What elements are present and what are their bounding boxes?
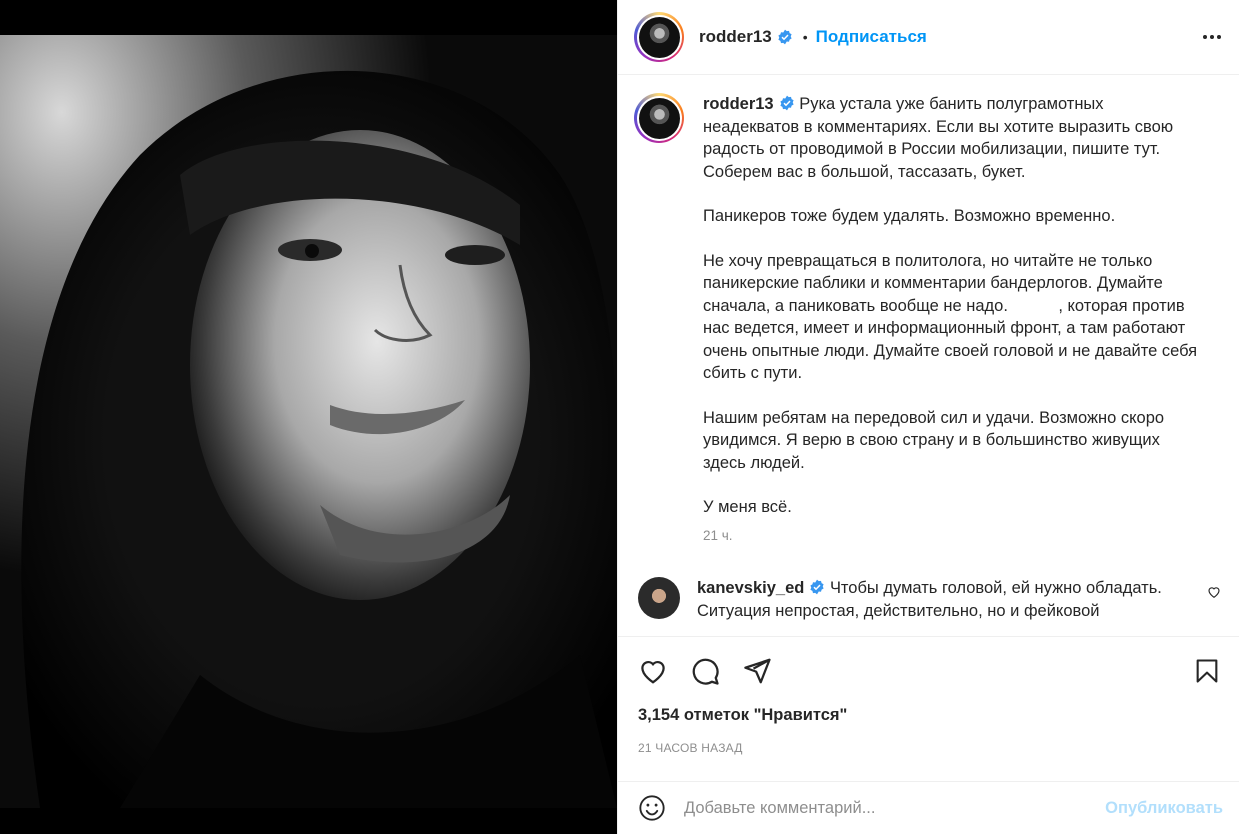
- comment-icon[interactable]: [690, 656, 720, 686]
- send-icon[interactable]: [742, 656, 772, 686]
- post-time-ago[interactable]: 21 часов назад: [638, 741, 1221, 755]
- post-photo[interactable]: [0, 35, 617, 808]
- post-side-panel: rodder13 • Подписаться rodder13 Рука уст…: [617, 0, 1239, 834]
- publish-button[interactable]: Опубликовать: [1105, 799, 1223, 818]
- follow-button[interactable]: Подписаться: [816, 27, 927, 47]
- commenter-avatar[interactable]: [638, 577, 680, 619]
- comments-area[interactable]: rodder13 Рука устала уже банить полуграм…: [618, 75, 1239, 635]
- comment-like-heart-icon[interactable]: [1207, 585, 1221, 604]
- caption-paragraph: У меня всё.: [703, 498, 792, 516]
- verified-badge-icon: [779, 95, 795, 111]
- caption-body: rodder13 Рука устала уже банить полуграм…: [703, 93, 1203, 547]
- comment-item: kanevskiy_ed Чтобы думать головой, ей ну…: [634, 577, 1221, 622]
- verified-badge-icon: [777, 29, 793, 45]
- bookmark-icon[interactable]: [1193, 656, 1221, 686]
- author-avatar[interactable]: [634, 12, 684, 62]
- heart-icon[interactable]: [638, 656, 668, 686]
- action-icons: [638, 637, 1221, 705]
- emoji-icon[interactable]: [638, 794, 666, 822]
- caption-paragraph: Паникеров тоже будем удалять. Возможно в…: [703, 207, 1116, 225]
- separator-dot: •: [802, 29, 808, 45]
- more-options-icon[interactable]: [1203, 27, 1221, 47]
- verified-badge-icon: [809, 579, 825, 595]
- author-username[interactable]: rodder13: [699, 27, 772, 47]
- caption-username[interactable]: rodder13: [703, 95, 774, 113]
- caption-paragraph: Нашим ребятам на передовой сил и удачи. …: [703, 408, 1165, 472]
- add-comment-input[interactable]: [684, 798, 1106, 818]
- post-header: rodder13 • Подписаться: [618, 0, 1239, 75]
- post-actions: 3,154 отметок "Нравится" 21 часов назад: [618, 636, 1239, 781]
- commenter-username[interactable]: kanevskiy_ed: [697, 579, 804, 597]
- photo-area: [0, 0, 617, 834]
- caption-author-avatar[interactable]: [634, 93, 684, 143]
- comment-body: kanevskiy_ed Чтобы думать головой, ей ну…: [697, 577, 1177, 622]
- caption-timestamp[interactable]: 21 ч.: [703, 525, 1203, 548]
- add-comment-bar: Опубликовать: [618, 781, 1239, 834]
- portrait-image: [0, 35, 617, 808]
- instagram-post-modal: rodder13 • Подписаться rodder13 Рука уст…: [0, 0, 1239, 834]
- likes-count[interactable]: 3,154 отметок "Нравится": [638, 706, 1221, 725]
- caption: rodder13 Рука устала уже банить полуграм…: [634, 93, 1221, 547]
- caption-paragraph: Не хочу превращаться в политолога, но чи…: [703, 251, 1202, 383]
